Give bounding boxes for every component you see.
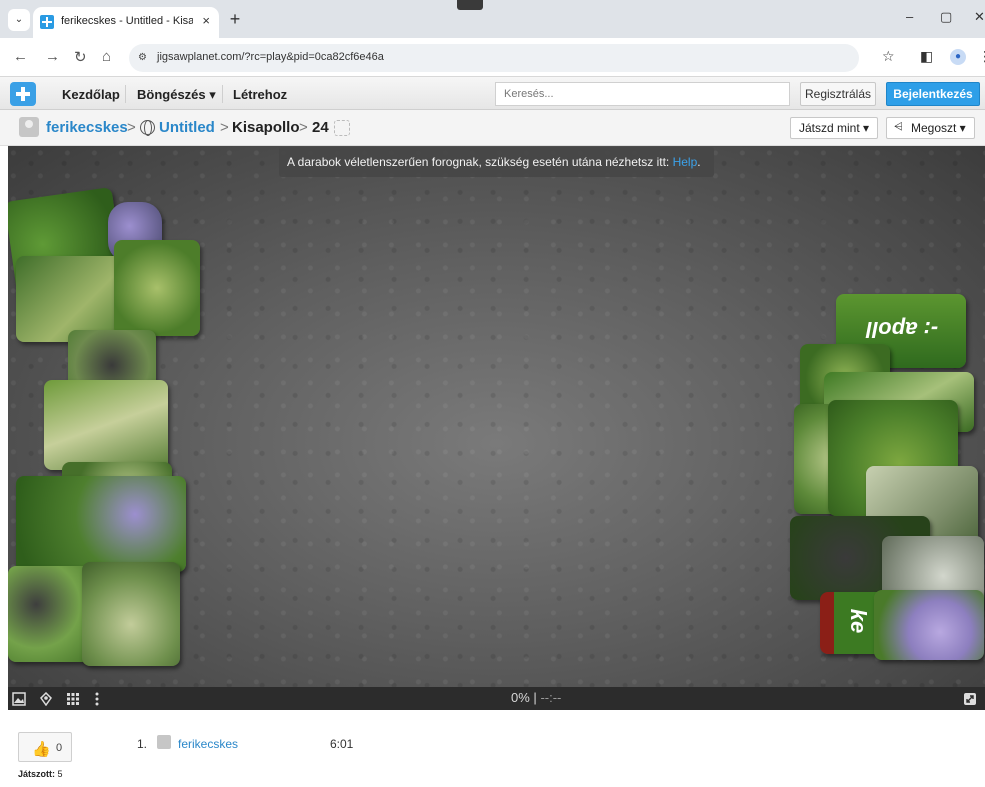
puzzle-piece-icon[interactable]: [334, 120, 350, 136]
browser-toolbar: ← → ↻ ⌂ ⚙ jigsawplanet.com/?rc=play&pid=…: [0, 38, 985, 76]
thumbs-up-icon: 👍: [32, 741, 51, 758]
site-info-icon[interactable]: ⚙: [138, 51, 152, 65]
browser-tab-strip: ⌄ ferikecskes - Untitled - Kisapollo × +…: [0, 0, 985, 38]
like-count: 0: [56, 742, 63, 754]
puzzle-toolbar: 0% | --:--: [8, 687, 985, 710]
side-panel-icon[interactable]: ◧: [920, 48, 933, 65]
scatter-pieces-icon[interactable]: [66, 692, 80, 706]
share-label: Megoszt ▾: [911, 121, 966, 135]
puzzle-title: Kisapollo: [232, 119, 300, 136]
profile-avatar-icon[interactable]: ●: [950, 49, 966, 65]
forward-arrow-icon[interactable]: →: [45, 48, 60, 65]
window-close-button[interactable]: ✕: [974, 9, 985, 25]
progress-separator: |: [533, 690, 537, 705]
ghost-piece-icon[interactable]: [39, 692, 53, 706]
progress-status: 0% | --:--: [511, 690, 561, 705]
leaderboard-time: 6:01: [330, 737, 354, 751]
played-count: Játszott: 5: [18, 769, 63, 779]
leaderboard-user-link[interactable]: ferikecskes: [178, 737, 238, 751]
hint-period: .: [697, 155, 701, 169]
window-drag-handle[interactable]: [457, 0, 483, 10]
tab-close-icon[interactable]: ×: [202, 13, 210, 28]
breadcrumb-user-link[interactable]: ferikecskes: [46, 119, 128, 136]
jigsawplanet-logo-icon[interactable]: [10, 82, 36, 106]
share-dropdown[interactable]: ⩤ Megoszt ▾: [886, 117, 975, 139]
rotation-hint-tooltip: A darabok véletlenszerűen forognak, szük…: [279, 147, 714, 177]
share-icon: ⩤: [894, 121, 903, 133]
bookmark-star-icon[interactable]: ☆: [882, 48, 895, 65]
breadcrumb: ferikecskes > Untitled > Kisapollo > 24 …: [0, 110, 985, 146]
nav-create-link[interactable]: Létrehoz: [233, 87, 287, 102]
tab-search-button[interactable]: ⌄: [8, 9, 30, 31]
piece-count: 24: [312, 119, 329, 136]
browser-menu-icon[interactable]: ⋮: [978, 48, 985, 65]
window-restore-button[interactable]: ▢: [940, 9, 952, 25]
login-button[interactable]: Bejelentkezés: [886, 82, 980, 106]
leaderboard-avatar[interactable]: [157, 735, 171, 749]
new-tab-button[interactable]: +: [224, 9, 246, 31]
play-as-dropdown[interactable]: Játszd mint ▾: [790, 117, 879, 139]
breadcrumb-separator: >: [127, 119, 136, 136]
played-value: 5: [57, 769, 63, 779]
site-header: Kezdőlap Böngészés ▾ Létrehoz Keresés...…: [0, 76, 985, 110]
played-label: Játszott:: [18, 769, 56, 779]
puzzle-piece[interactable]: [114, 240, 200, 336]
jigsaw-favicon-icon: [40, 15, 54, 29]
search-input[interactable]: Keresés...: [495, 82, 790, 106]
piece-lettering: ke: [846, 608, 872, 634]
more-options-icon[interactable]: [90, 692, 104, 706]
puzzle-piece[interactable]: [874, 590, 984, 660]
address-bar[interactable]: ⚙ jigsawplanet.com/?rc=play&pid=0ca82cf6…: [129, 44, 859, 72]
reload-icon[interactable]: ↻: [74, 48, 87, 66]
window-minimize-button[interactable]: –: [906, 9, 913, 24]
fullscreen-icon[interactable]: [963, 692, 977, 706]
preview-image-icon[interactable]: [12, 692, 26, 706]
globe-icon: [140, 120, 155, 136]
leaderboard-rank: 1.: [137, 737, 148, 751]
breadcrumb-album-link[interactable]: Untitled: [159, 119, 215, 136]
back-arrow-icon[interactable]: ←: [13, 48, 28, 65]
puzzle-board[interactable]: -: apoll ke: [8, 146, 985, 687]
user-avatar[interactable]: [19, 117, 39, 137]
puzzle-piece[interactable]: [16, 476, 186, 572]
nav-home-link[interactable]: Kezdőlap: [62, 87, 120, 102]
home-icon[interactable]: ⌂: [102, 48, 111, 65]
puzzle-piece[interactable]: [82, 562, 180, 666]
like-button[interactable]: 👍 0: [18, 732, 72, 762]
nav-browse-menu[interactable]: Böngészés ▾: [137, 87, 216, 103]
help-link[interactable]: Help: [673, 155, 698, 169]
tab-title: ferikecskes - Untitled - Kisapollo: [61, 15, 193, 27]
breadcrumb-separator: >: [220, 119, 229, 136]
nav-divider: [125, 85, 126, 103]
breadcrumb-separator: >: [299, 119, 308, 136]
timer: --:--: [540, 690, 562, 705]
puzzle-piece[interactable]: [44, 380, 168, 470]
register-button[interactable]: Regisztrálás: [800, 82, 876, 106]
progress-percent: 0%: [511, 690, 530, 705]
hint-text: A darabok véletlenszerűen forognak, szük…: [287, 155, 673, 169]
browser-tab-active[interactable]: ferikecskes - Untitled - Kisapollo ×: [33, 7, 219, 38]
piece-lettering: -: apoll: [866, 317, 939, 342]
nav-divider: [222, 85, 223, 103]
url-text: jigsawplanet.com/?rc=play&pid=0ca82cf6e4…: [157, 51, 384, 63]
